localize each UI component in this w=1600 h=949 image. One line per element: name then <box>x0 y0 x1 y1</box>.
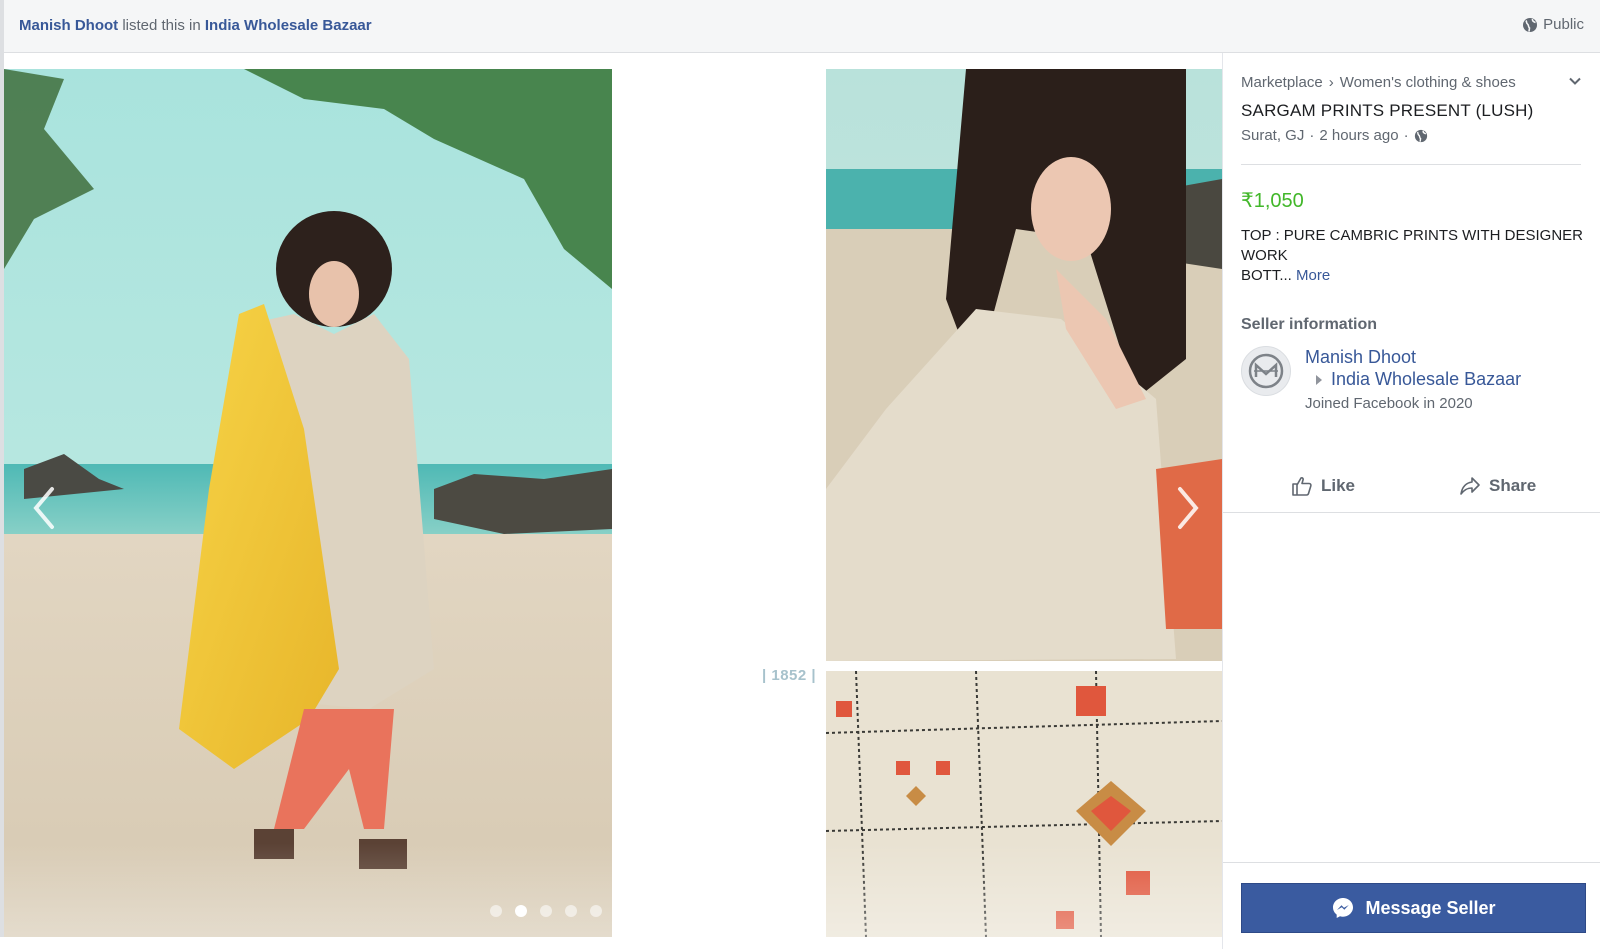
meta-separator: · <box>1309 127 1315 144</box>
photo-dot-4[interactable] <box>565 905 577 917</box>
listing-details-panel: Marketplace › Women's clothing & shoes S… <box>1222 53 1600 949</box>
chevron-down-icon <box>1569 77 1581 85</box>
post-header-bar: Manish Dhoot listed this in India Wholes… <box>0 0 1600 53</box>
globe-icon <box>1414 129 1427 142</box>
photo-pagination-dots <box>490 905 602 917</box>
photo-dot-5[interactable] <box>590 905 602 917</box>
product-code-label: | 1852 | <box>762 667 817 684</box>
chevron-right-icon <box>1178 487 1199 529</box>
product-photo-embroidery-detail[interactable] <box>826 671 1222 937</box>
footer-divider <box>1223 862 1600 863</box>
listing-time[interactable]: 2 hours ago <box>1319 127 1398 144</box>
product-photo-beach-full-length[interactable] <box>4 69 612 937</box>
see-more-link[interactable]: More <box>1296 267 1330 284</box>
globe-icon <box>1523 17 1538 32</box>
previous-photo-button[interactable] <box>26 483 62 533</box>
messenger-icon <box>1333 898 1354 918</box>
photo-dot-2[interactable] <box>515 905 527 917</box>
seller-joined-date: Joined Facebook in 2020 <box>1305 395 1473 412</box>
product-photo-seated-closeup[interactable] <box>826 69 1222 661</box>
listing-location[interactable]: Surat, GJ <box>1241 127 1304 144</box>
options-dropdown-button[interactable] <box>1567 73 1583 89</box>
like-button[interactable]: Like <box>1291 475 1355 497</box>
description-line-2: BOTT... <box>1241 267 1292 284</box>
poster-name-link[interactable]: Manish Dhoot <box>19 17 118 34</box>
seller-group-link[interactable]: India Wholesale Bazaar <box>1331 369 1521 390</box>
message-seller-button[interactable]: Message Seller <box>1241 883 1586 933</box>
listing-title: SARGAM PRINTS PRESENT (LUSH) <box>1241 101 1534 120</box>
thumbs-up-icon <box>1292 477 1312 496</box>
seller-avatar[interactable] <box>1241 346 1291 396</box>
listing-description: TOP : PURE CAMBRIC PRINTS WITH DESIGNER … <box>1241 226 1586 286</box>
message-seller-label: Message Seller <box>1365 897 1496 918</box>
seller-group-line: India Wholesale Bazaar <box>1315 369 1521 390</box>
chevron-left-icon <box>33 487 54 529</box>
breadcrumb-category[interactable]: Women's clothing & shoes <box>1340 74 1516 91</box>
description-line-1: TOP : PURE CAMBRIC PRINTS WITH DESIGNER … <box>1241 227 1583 264</box>
privacy-indicator[interactable]: Public <box>1522 16 1584 33</box>
section-divider <box>1241 164 1581 165</box>
meta-separator-2: · <box>1403 127 1409 144</box>
photo-dot-1[interactable] <box>490 905 502 917</box>
breadcrumb-separator: › <box>1328 74 1334 91</box>
breadcrumb: Marketplace › Women's clothing & shoes <box>1241 74 1516 91</box>
seller-info-heading: Seller information <box>1241 316 1378 333</box>
share-label: Share <box>1489 476 1537 495</box>
share-arrow-icon <box>1460 477 1480 495</box>
listing-meta: Surat, GJ · 2 hours ago · <box>1241 127 1428 144</box>
caret-right-icon <box>1316 374 1322 385</box>
photo-gallery: | 1852 | <box>0 53 1222 937</box>
share-button[interactable]: Share <box>1459 475 1536 497</box>
seller-name-link[interactable]: Manish Dhoot <box>1305 347 1416 368</box>
seller-logo-icon <box>1248 353 1284 389</box>
group-name-link[interactable]: India Wholesale Bazaar <box>205 17 372 34</box>
photo-dot-3[interactable] <box>540 905 552 917</box>
privacy-label: Public <box>1543 16 1584 33</box>
listed-in-text: listed this in <box>118 17 205 34</box>
post-attribution: Manish Dhoot listed this in India Wholes… <box>19 17 372 34</box>
breadcrumb-marketplace[interactable]: Marketplace <box>1241 74 1323 91</box>
next-photo-button[interactable] <box>1170 483 1206 533</box>
listing-price: ₹1,050 <box>1241 190 1304 212</box>
listing-actions-bar: Like Share <box>1223 465 1600 513</box>
like-label: Like <box>1321 476 1356 495</box>
